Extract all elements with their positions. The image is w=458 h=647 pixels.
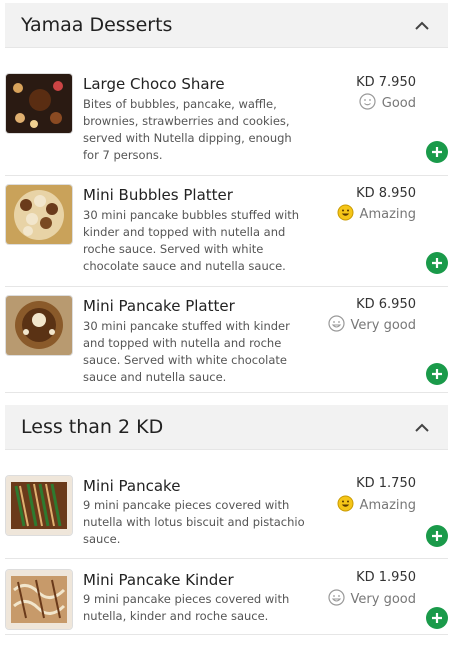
item-photo bbox=[5, 569, 73, 630]
add-to-cart-button[interactable] bbox=[426, 141, 448, 163]
section-title: Less than 2 KD bbox=[21, 416, 164, 438]
item-price: KD 1.750 bbox=[356, 476, 416, 491]
item-rating: Amazing bbox=[337, 204, 416, 225]
plus-circle-icon bbox=[432, 147, 442, 157]
item-name: Mini Bubbles Platter bbox=[83, 186, 233, 204]
item-photo bbox=[5, 73, 73, 134]
plus-circle-icon bbox=[432, 531, 442, 541]
menu-item[interactable]: Mini Bubbles Platter 30 mini pancake bub… bbox=[5, 184, 448, 287]
menu-item[interactable]: Mini Pancake Kinder 9 mini pancake piece… bbox=[5, 569, 448, 635]
item-name: Mini Pancake Platter bbox=[83, 297, 235, 315]
section-header-yamaa-desserts[interactable]: Yamaa Desserts bbox=[5, 3, 448, 48]
plus-circle-icon bbox=[432, 369, 442, 379]
rating-label: Very good bbox=[350, 318, 416, 333]
item-rating: Amazing bbox=[337, 495, 416, 516]
smile-outline-icon bbox=[327, 589, 345, 610]
rating-label: Very good bbox=[350, 592, 416, 607]
grin-emoji-icon bbox=[337, 495, 354, 516]
rating-label: Amazing bbox=[359, 498, 416, 513]
item-price: KD 8.950 bbox=[356, 186, 416, 201]
add-to-cart-button[interactable] bbox=[426, 607, 448, 629]
plus-circle-icon bbox=[432, 613, 442, 623]
item-price: KD 6.950 bbox=[356, 297, 416, 312]
menu-item[interactable]: Mini Pancake Platter 30 mini pancake stu… bbox=[5, 295, 448, 393]
add-to-cart-button[interactable] bbox=[426, 252, 448, 274]
item-name: Mini Pancake bbox=[83, 477, 181, 495]
add-to-cart-button[interactable] bbox=[426, 363, 448, 385]
item-rating: Very good bbox=[327, 589, 416, 610]
item-description: Bites of bubbles, pancake, waffle, brown… bbox=[83, 97, 292, 162]
chevron-up-icon[interactable] bbox=[412, 417, 432, 437]
item-description: 30 mini pancake stuffed with kinder and … bbox=[83, 319, 290, 384]
menu-item[interactable]: Large Choco Share Bites of bubbles, panc… bbox=[5, 73, 448, 176]
chevron-up-icon[interactable] bbox=[412, 15, 432, 35]
item-price: KD 1.950 bbox=[356, 570, 416, 585]
grin-emoji-icon bbox=[337, 204, 354, 225]
item-description: 9 mini pancake pieces covered with nutel… bbox=[83, 592, 290, 623]
section-title: Yamaa Desserts bbox=[21, 14, 173, 36]
rating-label: Good bbox=[381, 96, 416, 111]
plus-circle-icon bbox=[432, 258, 442, 268]
item-photo bbox=[5, 184, 73, 245]
smiley-outline-icon bbox=[359, 93, 376, 114]
item-description: 30 mini pancake bubbles stuffed with kin… bbox=[83, 208, 300, 273]
item-price: KD 7.950 bbox=[356, 75, 416, 90]
item-description: 9 mini pancake pieces covered with nutel… bbox=[83, 498, 305, 546]
rating-label: Amazing bbox=[359, 207, 416, 222]
item-photo bbox=[5, 295, 73, 356]
item-name: Large Choco Share bbox=[83, 75, 225, 93]
item-photo bbox=[5, 475, 73, 536]
item-name: Mini Pancake Kinder bbox=[83, 571, 234, 589]
item-rating: Very good bbox=[327, 315, 416, 336]
add-to-cart-button[interactable] bbox=[426, 525, 448, 547]
menu-item[interactable]: Mini Pancake 9 mini pancake pieces cover… bbox=[5, 475, 448, 559]
item-rating: Good bbox=[359, 93, 416, 114]
section-header-less-than-2-kd[interactable]: Less than 2 KD bbox=[5, 405, 448, 450]
smile-outline-icon bbox=[327, 315, 345, 336]
